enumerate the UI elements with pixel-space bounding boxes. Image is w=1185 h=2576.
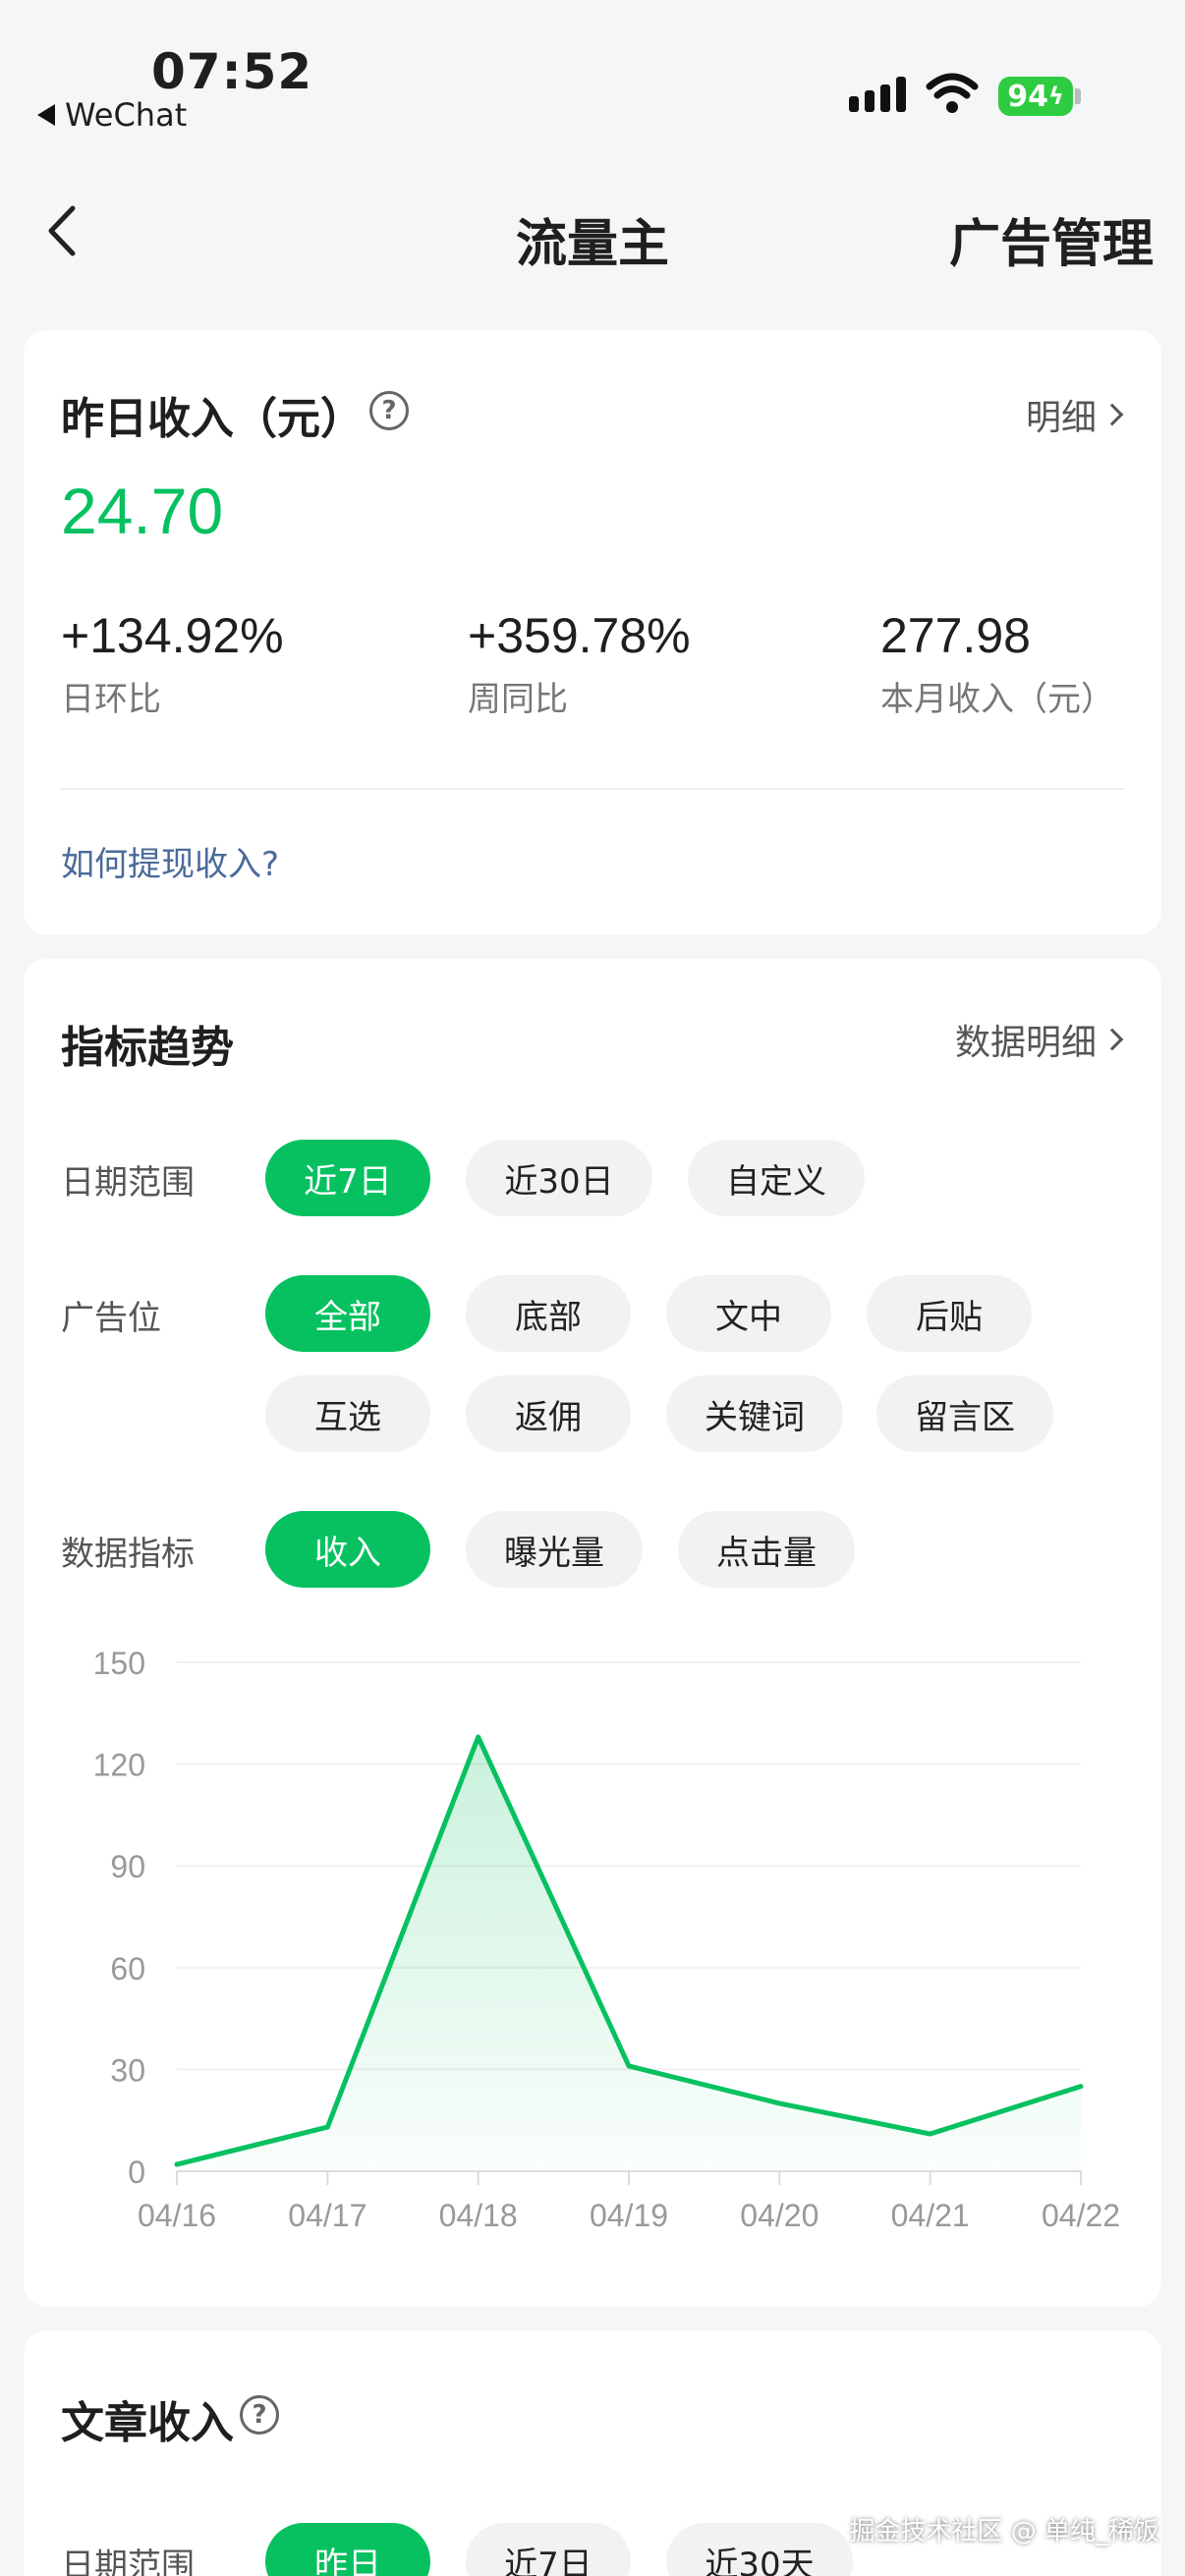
x-tick-label: 04/22 [1042, 2198, 1120, 2233]
help-icon[interactable]: ? [240, 2395, 279, 2435]
battery-level: 94 [1007, 79, 1048, 114]
y-tick-label: 30 [110, 2052, 145, 2088]
status-time: 07:52 [151, 43, 313, 100]
back-app-label: WeChat [65, 96, 188, 134]
back-triangle-icon [37, 104, 55, 126]
x-tick-label: 04/20 [740, 2198, 818, 2233]
stat-label: 本月收入（元） [880, 680, 1114, 719]
y-tick-label: 120 [93, 1748, 145, 1783]
yesterday-income-value: 24.70 [61, 475, 224, 547]
stat-value: +134.92% [61, 608, 284, 663]
stat-week-over-week: +359.78% 周同比 [468, 607, 691, 720]
income-title: 昨日收入（元） [61, 394, 364, 444]
wifi-icon [926, 73, 979, 113]
x-tick-label: 04/18 [439, 2198, 518, 2233]
stat-label: 周同比 [468, 680, 568, 719]
cellular-signal-icon [849, 77, 906, 112]
x-tick-label: 04/17 [288, 2198, 367, 2233]
x-tick-label: 04/16 [138, 2198, 216, 2233]
stat-value: 277.98 [880, 608, 1031, 663]
how-to-withdraw-link[interactable]: 如何提现收入? [61, 837, 279, 885]
x-tick-label: 04/19 [590, 2198, 668, 2233]
income-trend-chart: 0 30 60 90 120 150 04/16 04/17 04/18 04/19 04/20 04… [93, 1646, 1120, 2233]
stat-month-income: 277.98 本月收入（元） [880, 607, 1114, 720]
article-income-title: 文章收入 [61, 2398, 234, 2448]
stat-value: +359.78% [468, 608, 691, 663]
x-tick-label: 04/21 [891, 2198, 970, 2233]
y-tick-label: 90 [110, 1849, 145, 1884]
y-tick-label: 60 [110, 1951, 145, 1987]
metric-trend-card: 指标趋势 数据明细 日期范围 近7日 近30日 自定义 广告位 全部 底部 文中… [24, 959, 1161, 2307]
back-to-app-link[interactable]: WeChat [37, 96, 187, 134]
ad-management-link[interactable]: 广告管理 [949, 202, 1154, 276]
y-tick-label: 0 [128, 2155, 145, 2190]
stat-label: 日环比 [61, 680, 161, 719]
y-tick-label: 150 [93, 1646, 145, 1681]
battery-icon: 94 ϟ [998, 77, 1073, 116]
status-bar: 07:52 WeChat 94 ϟ [0, 0, 1185, 147]
stat-day-over-day: +134.92% 日环比 [61, 607, 284, 720]
article-date-7d-pill[interactable]: 近7日 [466, 2523, 631, 2576]
help-icon[interactable]: ? [369, 391, 409, 430]
article-date-30d-pill[interactable]: 近30天 [666, 2523, 853, 2576]
income-detail-label: 明细 [1025, 398, 1097, 438]
divider [61, 788, 1124, 790]
battery-tip [1075, 88, 1081, 104]
income-detail-link[interactable]: 明细 [1025, 389, 1124, 440]
watermark: 掘金技术社区 @ 单纯_稀饭 [849, 2517, 1159, 2547]
yesterday-income-card: 昨日收入（元） ? 明细 24.70 +134.92% 日环比 +359.78%… [24, 330, 1161, 935]
chevron-right-icon [1100, 403, 1124, 426]
article-date-yesterday-pill[interactable]: 昨日 [265, 2523, 430, 2576]
article-date-range-label: 日期范围 [61, 2547, 195, 2576]
series-area [177, 1736, 1081, 2171]
nav-bar: 流量主 广告管理 [0, 177, 1185, 285]
